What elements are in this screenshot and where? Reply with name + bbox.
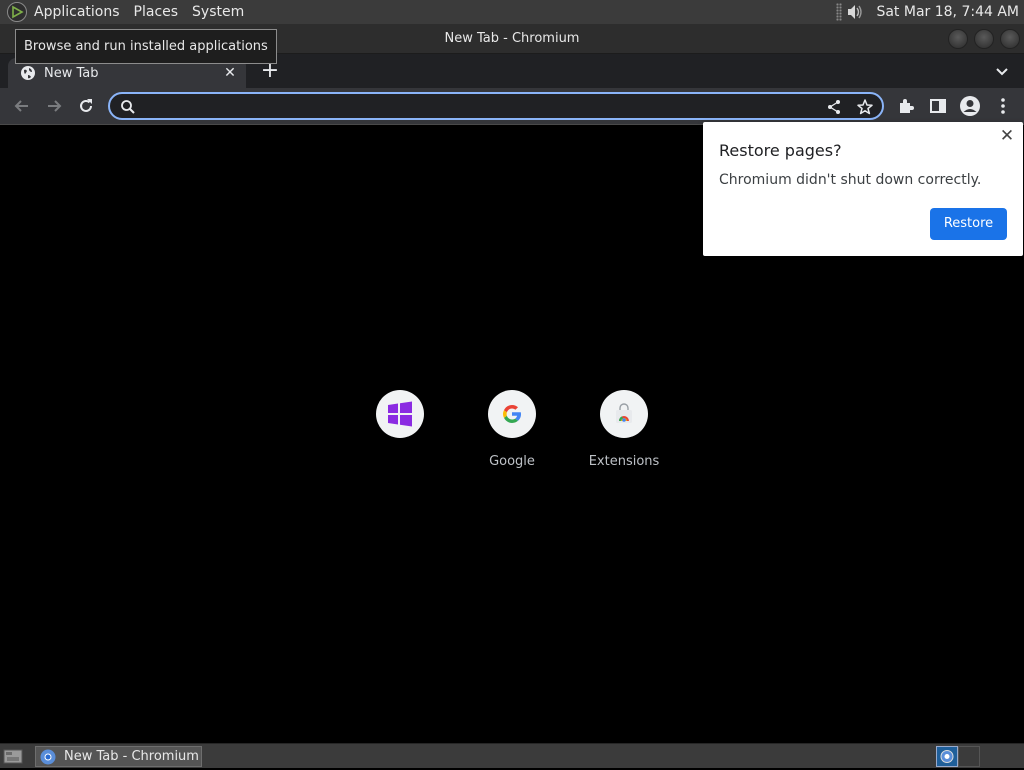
- menu-kebab-icon[interactable]: [993, 96, 1013, 116]
- clock[interactable]: Sat Mar 18, 7:44 AM: [876, 4, 1019, 20]
- workspace-switcher-2[interactable]: [958, 746, 980, 767]
- tab-title: New Tab: [44, 65, 99, 81]
- restore-pages-dialog: Restore pages? Chromium didn't shut down…: [703, 122, 1023, 256]
- omnibox[interactable]: [108, 92, 884, 120]
- tab-search-chevron-icon[interactable]: [994, 63, 1010, 79]
- forward-arrow-icon[interactable]: [44, 96, 64, 116]
- menu-applications[interactable]: Applications: [27, 0, 127, 24]
- close-window-button[interactable]: [1000, 29, 1020, 49]
- show-desktop-icon[interactable]: [3, 747, 23, 765]
- windows-logo-icon: [376, 390, 424, 438]
- restore-button[interactable]: Restore: [930, 208, 1007, 240]
- shortcut-tile[interactable]: [344, 390, 456, 454]
- taskbar-item-chromium[interactable]: New Tab - Chromium: [35, 746, 202, 767]
- taskbar-item-label: New Tab - Chromium: [64, 749, 199, 764]
- workspace-switcher-1[interactable]: [936, 746, 958, 767]
- side-panel-icon[interactable]: [928, 96, 948, 116]
- volume-icon[interactable]: [846, 3, 864, 21]
- shortcut-tile-extensions[interactable]: Extensions: [568, 390, 680, 469]
- chromium-icon: [40, 749, 56, 764]
- shortcut-label-extensions: Extensions: [588, 454, 660, 469]
- menu-places[interactable]: Places: [127, 0, 186, 24]
- dialog-close-icon[interactable]: ✕: [999, 128, 1015, 145]
- dialog-title: Restore pages?: [719, 141, 842, 160]
- toolbar: [0, 88, 1024, 125]
- bottom-panel: New Tab - Chromium: [0, 743, 1024, 768]
- chromium-mini-icon: [940, 750, 954, 763]
- globe-icon: [21, 66, 35, 80]
- shortcut-label-google: Google: [489, 454, 535, 469]
- panel-handle: [836, 3, 843, 21]
- tab-close-icon[interactable]: ✕: [222, 65, 238, 81]
- google-logo-icon: [488, 390, 536, 438]
- tooltip: Browse and run installed applications: [15, 29, 277, 64]
- menu-system[interactable]: System: [185, 0, 251, 24]
- dialog-message: Chromium didn't shut down correctly.: [719, 172, 982, 188]
- back-arrow-icon[interactable]: [12, 96, 32, 116]
- reload-icon[interactable]: [76, 96, 96, 116]
- omnibox-input[interactable]: [144, 96, 824, 116]
- search-icon: [121, 100, 135, 114]
- profile-avatar-icon[interactable]: [959, 95, 981, 117]
- bookmark-star-icon[interactable]: [856, 98, 874, 116]
- applications-logo-icon[interactable]: [7, 2, 27, 22]
- top-panel: Applications Places System Sat Mar 18, 7…: [0, 0, 1024, 24]
- minimize-button[interactable]: [948, 29, 968, 49]
- maximize-button[interactable]: [974, 29, 994, 49]
- shortcut-tile-google[interactable]: Google: [456, 390, 568, 469]
- window-title: New Tab - Chromium: [444, 31, 580, 46]
- web-store-icon: [600, 390, 648, 438]
- extensions-puzzle-icon[interactable]: [896, 96, 916, 116]
- share-icon[interactable]: [826, 99, 842, 115]
